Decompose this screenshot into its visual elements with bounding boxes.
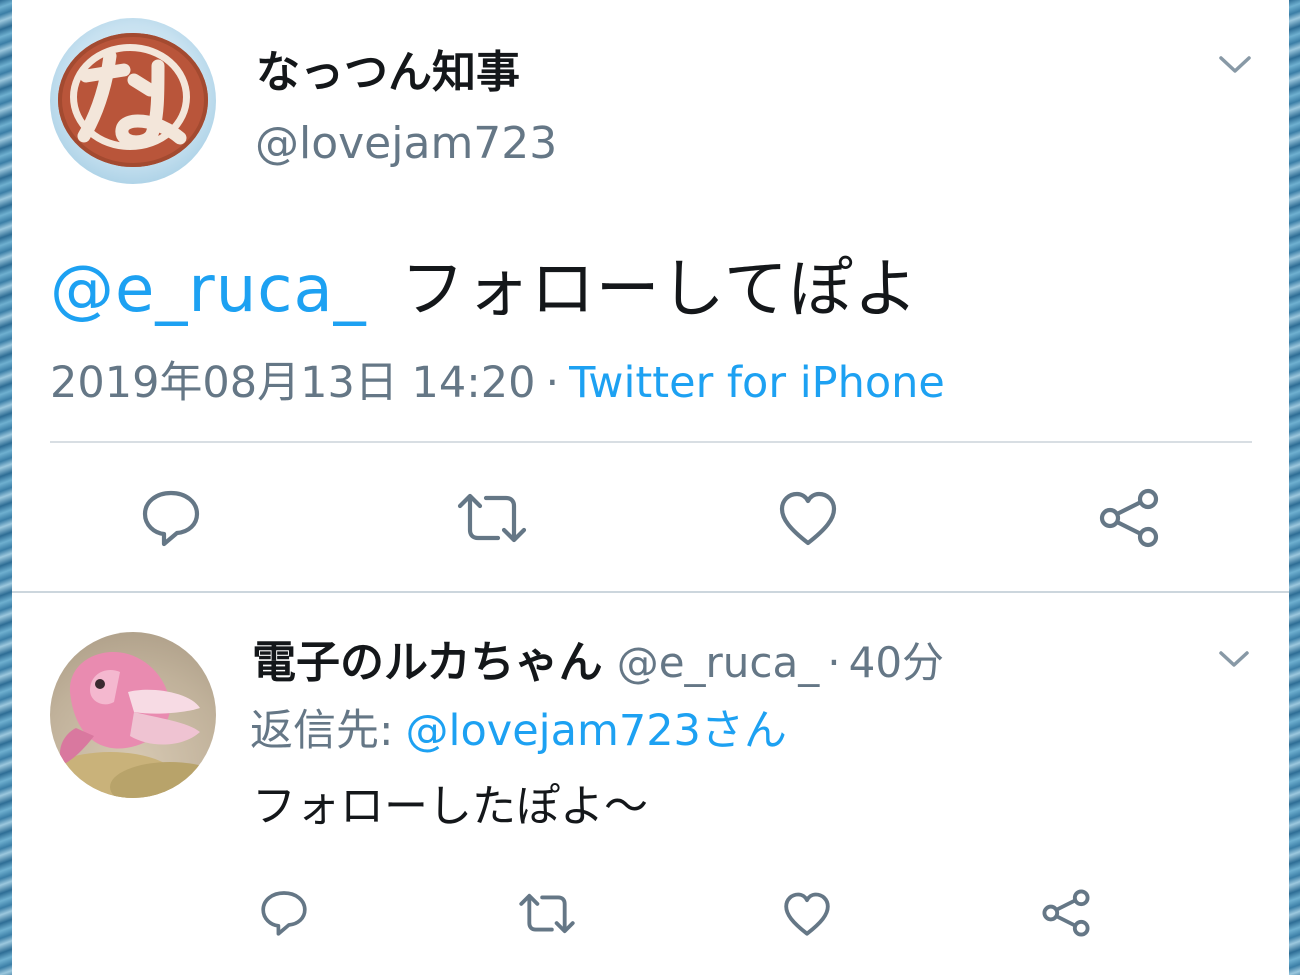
reply-tweet-time[interactable]: 40分 (849, 638, 944, 687)
reply-tweet-text: フォローしたぽよ～ (252, 781, 648, 832)
heart-icon (784, 892, 830, 936)
reply-like-button[interactable] (782, 890, 832, 938)
reply-tweet-avatar[interactable] (50, 632, 216, 798)
tweet-detail-card: なっつん知事 @lovejam723 @e_ruca_ フォローしてぽよ 2019… (12, 0, 1289, 975)
reply-icon (261, 891, 307, 936)
background-edge-left (0, 0, 12, 975)
heart-icon (779, 491, 837, 546)
reply-tweet-chevron-down-icon[interactable] (1218, 648, 1250, 670)
main-reply-button[interactable] (138, 486, 204, 550)
retweet-icon (457, 493, 527, 543)
reply-reply-button[interactable] (258, 888, 310, 938)
meta-separator: · (545, 358, 560, 408)
main-tweet-chevron-down-icon[interactable] (1218, 52, 1252, 76)
share-icon (1099, 488, 1159, 548)
main-share-button[interactable] (1098, 488, 1160, 548)
main-tweet-body: フォローしてぽよ (400, 253, 919, 327)
reply-icon (142, 490, 200, 547)
main-tweet-display-name[interactable]: なっつん知事 (256, 36, 520, 100)
reply-share-button[interactable] (1040, 888, 1092, 938)
main-like-button[interactable] (778, 490, 838, 548)
reply-to-label: 返信先: (250, 706, 394, 756)
main-tweet-meta: 2019年08月13日 14:20 · Twitter for iPhone (50, 348, 945, 410)
avatar-na-glyph (77, 49, 187, 149)
main-tweet-avatar[interactable] (50, 18, 216, 184)
reply-tweet-header: 電子のルカちゃん @e_ruca_ · 40分 (252, 626, 944, 690)
main-tweet-divider (50, 441, 1252, 443)
reply-tweet-handle[interactable]: @e_ruca_ (617, 638, 820, 687)
reply-to-line: 返信先: @lovejam723さん (250, 696, 787, 758)
share-icon (1042, 889, 1090, 937)
dolphin-plush-image (50, 632, 216, 798)
main-tweet-timestamp[interactable]: 2019年08月13日 14:20 (50, 358, 535, 408)
main-tweet-handle[interactable]: @lovejam723 (255, 118, 557, 169)
tweet-separator (12, 591, 1289, 593)
retweet-icon (519, 893, 575, 933)
main-tweet-text: @e_ruca_ フォローしてぽよ (50, 238, 919, 330)
reply-tweet-display-name[interactable]: 電子のルカちゃん (252, 637, 603, 688)
reply-retweet-button[interactable] (518, 890, 576, 936)
main-tweet-mention[interactable]: @e_ruca_ (50, 253, 367, 327)
reply-header-separator: · (827, 638, 841, 687)
main-retweet-button[interactable] (456, 490, 528, 546)
main-tweet-source[interactable]: Twitter for iPhone (569, 358, 945, 408)
reply-to-mention[interactable]: @lovejam723さん (406, 706, 787, 756)
background-edge-right (1289, 0, 1300, 975)
screen: なっつん知事 @lovejam723 @e_ruca_ フォローしてぽよ 2019… (0, 0, 1300, 975)
